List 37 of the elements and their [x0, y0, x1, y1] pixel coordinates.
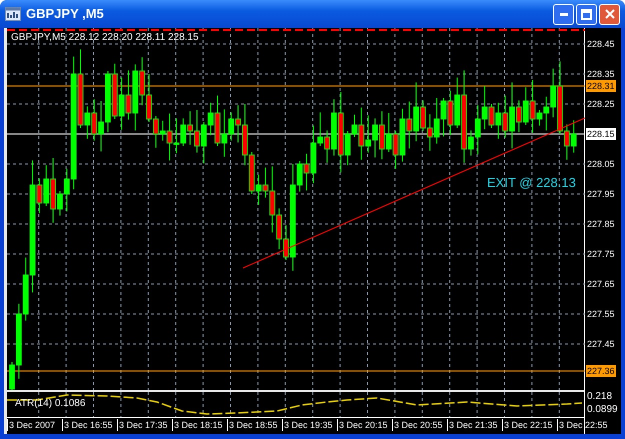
price-axis-label: 228.05 — [587, 158, 615, 170]
minimize-button[interactable] — [553, 4, 574, 24]
time-axis-label: 3 Dec 19:35 — [282, 419, 333, 431]
time-axis-label: 3 Dec 17:35 — [117, 419, 168, 431]
time-axis-label: 3 Dec 22:15 — [502, 419, 553, 431]
minimize-icon — [560, 12, 568, 16]
close-button[interactable] — [599, 4, 620, 24]
maximize-icon — [581, 8, 592, 20]
price-marker: 228.15 — [586, 128, 616, 140]
time-axis-label: 3 Dec 20:55 — [392, 419, 443, 431]
price-axis-label: 228.45 — [587, 38, 615, 50]
price-axis-label: 227.95 — [587, 188, 615, 200]
price-axis-label: 227.55 — [587, 308, 615, 320]
time-axis-label: 3 Dec 16:55 — [62, 419, 113, 431]
time-axis-label: 3 Dec 20:15 — [337, 419, 388, 431]
time-axis-label: 3 Dec 2007 — [7, 419, 56, 431]
time-axis-label: 3 Dec 18:15 — [172, 419, 223, 431]
price-axis-label: 227.65 — [587, 278, 615, 290]
time-axis-label: 3 Dec 21:35 — [447, 419, 498, 431]
price-axis-label: 227.45 — [587, 338, 615, 350]
price-axis-label: 227.85 — [587, 218, 615, 230]
price-axis-label: 228.35 — [587, 68, 615, 80]
price-marker: 227.36 — [586, 365, 616, 377]
close-icon — [604, 9, 614, 19]
maximize-button[interactable] — [576, 4, 597, 24]
chart-window-icon — [5, 7, 21, 21]
indicator-label: ATR(14) 0.1086 — [15, 397, 86, 411]
chart-annotation: EXIT @ 228.13 — [487, 174, 576, 192]
chart-header: GBPJPY,M5 228.12 228.20 228.11 228.15 — [11, 31, 199, 45]
window-title: GBPJPY ,M5 — [26, 5, 105, 24]
price-axis-label: 228.25 — [587, 98, 615, 110]
price-axis-label: 227.75 — [587, 248, 615, 260]
time-axis-label: 3 Dec 22:55 — [557, 419, 608, 431]
price-marker: 228.31 — [586, 80, 616, 92]
indicator-scale-label: 0.0899 — [587, 404, 618, 416]
time-axis-label: 3 Dec 18:55 — [227, 419, 278, 431]
indicator-scale-label: 0.218 — [587, 391, 612, 403]
